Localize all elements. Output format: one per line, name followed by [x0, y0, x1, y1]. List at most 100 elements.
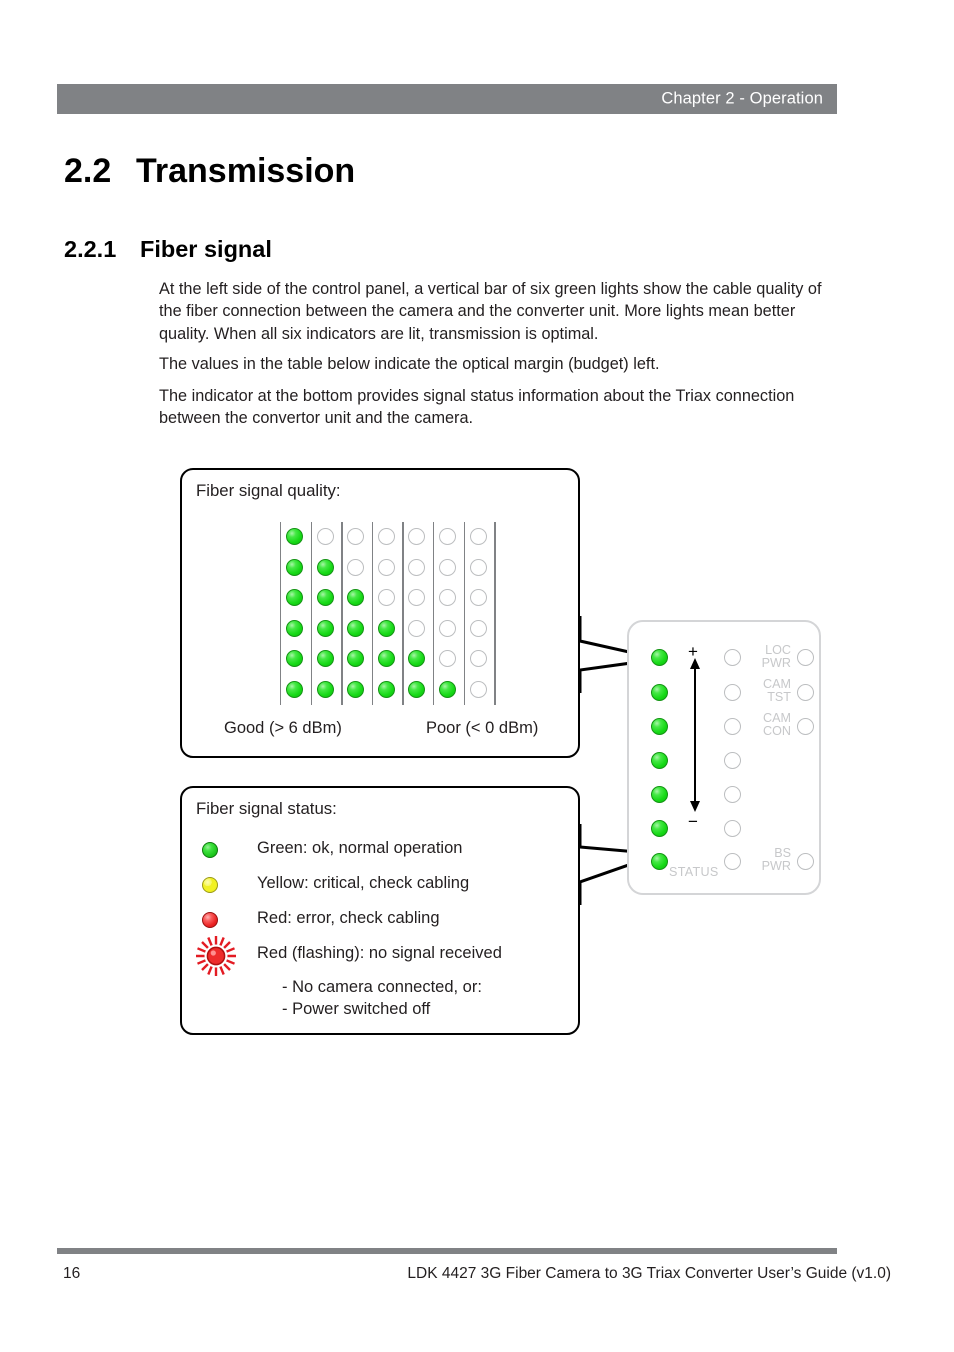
panel-label-loc-pwr-line1: LOC: [765, 643, 791, 657]
grid-led-on: [347, 619, 365, 637]
grid-led-on: [408, 680, 426, 698]
grid-led-off: [408, 558, 426, 576]
status-label-green: Green: ok, normal operation: [257, 839, 463, 857]
green-led-icon: [202, 842, 218, 858]
grid-separator-line: [371, 522, 374, 705]
section-heading: 2.2 Transmission: [64, 152, 355, 191]
red-led-icon: [202, 912, 218, 928]
panel-indicator-circle-3: [724, 718, 741, 735]
grid-led-on: [286, 680, 303, 698]
grid-separator-line: [433, 522, 435, 705]
section-number: 2.2: [64, 152, 112, 190]
grid-led-off: [469, 528, 487, 545]
grid-led-on: [286, 589, 303, 606]
grid-led-on: [286, 650, 303, 667]
panel-label-cam-tst-line1: CAM: [763, 677, 791, 691]
panel-indicator-loc-pwr: [797, 649, 814, 666]
grid-separator-line: [463, 522, 465, 705]
grid-led-on: [316, 589, 334, 606]
panel-label-bs-pwr-line2: PWR: [761, 858, 791, 873]
fiber-signal-status-box: Fiber signal status: Green: ok, normal o…: [180, 786, 580, 1035]
subsection-number: 2.2.1: [64, 236, 117, 262]
scale-label-good: Good (> 6 dBm): [224, 719, 342, 737]
red-flashing-led-icon: [196, 936, 236, 976]
quality-box-title: Fiber signal quality:: [196, 481, 341, 500]
grid-led-off: [316, 528, 334, 545]
panel-status-led-7: [651, 853, 668, 870]
subsection-title: Fiber signal: [140, 236, 272, 262]
panel-indicator-circle-7: [724, 853, 741, 870]
panel-status-led-2: [651, 684, 668, 701]
grid-led-on: [347, 680, 365, 698]
status-subline-1: - No camera connected, or:: [282, 978, 482, 996]
grid-led-off: [469, 558, 487, 576]
grid-led-off: [469, 650, 487, 667]
grid-led-off: [408, 619, 426, 637]
yellow-led-icon: [202, 877, 218, 893]
grid-led-off: [347, 558, 365, 576]
footer-document-title: LDK 4427 3G Fiber Camera to 3G Triax Con…: [407, 1265, 891, 1282]
panel-indicator-circle-2: [724, 684, 741, 701]
panel-status-led-1: [651, 649, 668, 666]
grid-led-off: [347, 528, 365, 545]
grid-separator-line: [402, 522, 404, 705]
grid-led-off: [439, 619, 456, 637]
panel-status-led-3: [651, 718, 668, 735]
grid-led-off: [469, 619, 487, 637]
status-label-red-flashing: Red (flashing): no signal received: [257, 944, 502, 962]
grid-led-on: [286, 528, 303, 545]
status-label-red: Red: error, check cabling: [257, 909, 440, 927]
grid-led-on: [316, 558, 334, 576]
panel-label-cam-con-line1: CAM: [763, 711, 791, 725]
grid-led-off: [469, 680, 487, 698]
status-row-red: Red: error, check cabling: [202, 904, 568, 938]
converter-control-panel: + − LOC PWR CAM TST CAM CON BS PWR STATU…: [627, 620, 821, 895]
panel-label-bs-pwr: BS PWR: [759, 847, 791, 872]
panel-label-cam-tst-line2: TST: [767, 689, 791, 704]
section-title: Transmission: [136, 152, 356, 190]
grid-led-on: [377, 650, 395, 667]
status-box-title: Fiber signal status:: [196, 799, 337, 818]
grid-led-on: [347, 589, 365, 606]
panel-indicator-bs-pwr: [797, 853, 814, 870]
panel-status-caption: STATUS: [669, 865, 719, 879]
panel-label-loc-pwr-line2: PWR: [761, 655, 791, 670]
grid-separator-line: [494, 522, 496, 705]
panel-indicator-circle-4: [724, 752, 741, 769]
grid-led-off: [377, 589, 395, 606]
panel-indicator-cam-con: [797, 718, 814, 735]
up-down-arrow-icon: [690, 658, 700, 812]
grid-led-off: [439, 528, 456, 545]
panel-label-cam-tst: CAM TST: [759, 678, 791, 703]
grid-led-on: [286, 619, 303, 637]
grid-separator-line: [310, 522, 312, 705]
panel-indicator-circle-1: [724, 649, 741, 666]
grid-led-off: [377, 558, 395, 576]
footer-page-number: 16: [63, 1265, 81, 1282]
grid-led-off: [439, 650, 456, 667]
scale-label-poor: Poor (< 0 dBm): [426, 719, 539, 737]
body-paragraph-2: The values in the table below indicate t…: [159, 355, 660, 373]
grid-led-off: [469, 589, 487, 606]
status-label-yellow: Yellow: critical, check cabling: [257, 874, 470, 892]
grid-led-on: [316, 650, 334, 667]
panel-label-loc-pwr: LOC PWR: [759, 644, 791, 669]
fiber-signal-quality-box: Fiber signal quality: Good (> 6 dBm) Poo…: [180, 468, 580, 758]
grid-led-on: [316, 619, 334, 637]
panel-label-cam-con: CAM CON: [759, 712, 791, 737]
grid-separator-line: [341, 522, 343, 705]
grid-led-off: [439, 558, 456, 576]
subsection-heading: 2.2.1 Fiber signal: [64, 236, 272, 263]
panel-status-led-5: [651, 786, 668, 803]
grid-led-on: [408, 650, 426, 667]
footer-rule: [57, 1248, 837, 1254]
body-paragraph-3: The indicator at the bottom provides sig…: [159, 387, 795, 428]
chapter-header-label: Chapter 2 - Operation: [661, 89, 823, 108]
grid-led-on: [286, 558, 303, 576]
grid-led-off: [439, 589, 456, 606]
status-row-yellow: Yellow: critical, check cabling: [202, 869, 568, 903]
grid-led-on: [347, 650, 365, 667]
panel-label-cam-con-line2: CON: [763, 723, 791, 738]
led-quality-grid: [280, 522, 496, 705]
panel-indicator-circle-5: [724, 786, 741, 803]
